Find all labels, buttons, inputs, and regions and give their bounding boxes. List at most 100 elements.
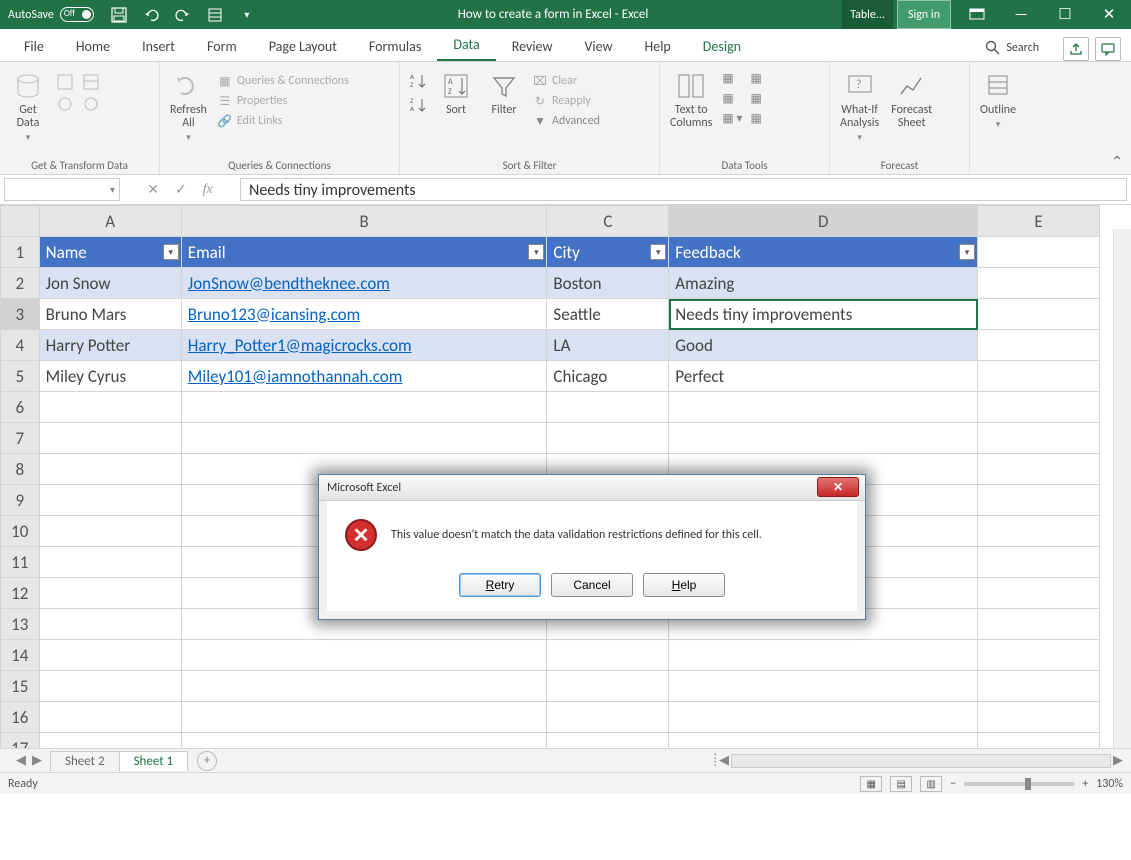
row-header[interactable]: 16 [1, 702, 40, 733]
filter-dropdown-icon[interactable]: ▾ [959, 244, 975, 260]
cell[interactable] [978, 671, 1100, 702]
from-web-icon[interactable] [54, 94, 76, 114]
row-header[interactable]: 1 [1, 237, 40, 268]
vertical-scrollbar[interactable] [1113, 229, 1131, 748]
formula-enter-icon[interactable]: ✓ [175, 181, 187, 198]
cell[interactable] [978, 578, 1100, 609]
tab-formulas[interactable]: Formulas [353, 32, 437, 61]
sign-in-button[interactable]: Sign in [897, 0, 951, 29]
row-header[interactable]: 6 [1, 392, 40, 423]
col-header-b[interactable]: B [181, 206, 547, 237]
col-header-c[interactable]: C [547, 206, 669, 237]
row-header[interactable]: 2 [1, 268, 40, 299]
share-icon[interactable] [1063, 37, 1089, 61]
cell[interactable] [978, 268, 1100, 299]
filter-dropdown-icon[interactable]: ▾ [528, 244, 544, 260]
recent-sources-icon[interactable] [80, 94, 102, 114]
cell[interactable]: Jon Snow [39, 268, 181, 299]
dialog-titlebar[interactable]: Microsoft Excel ✕ [319, 475, 865, 501]
cell[interactable] [978, 547, 1100, 578]
col-header-d[interactable]: D [669, 206, 978, 237]
cell[interactable] [39, 454, 181, 485]
dialog-close-icon[interactable]: ✕ [817, 477, 859, 497]
tab-file[interactable]: File [8, 32, 60, 61]
customize-qat-icon[interactable]: ▾ [236, 4, 258, 26]
zoom-in-icon[interactable]: + [1082, 777, 1088, 791]
table-header[interactable]: Name▾ [39, 237, 181, 268]
save-icon[interactable] [108, 4, 130, 26]
manage-data-model-icon[interactable]: ▦ [748, 110, 763, 127]
clear-button[interactable]: ⌧Clear [530, 72, 602, 90]
cell[interactable] [39, 516, 181, 547]
cell[interactable] [669, 640, 978, 671]
filter-button[interactable]: Filter [482, 68, 526, 119]
whatif-button[interactable]: ? What-If Analysis ▾ [836, 68, 883, 145]
row-header[interactable]: 11 [1, 547, 40, 578]
sheet-tab-active[interactable]: Sheet 1 [119, 751, 189, 771]
tab-page-layout[interactable]: Page Layout [253, 32, 353, 61]
normal-view-icon[interactable]: ▦ [860, 776, 882, 792]
zoom-slider[interactable] [964, 782, 1074, 786]
cell[interactable] [39, 640, 181, 671]
row-header[interactable]: 8 [1, 454, 40, 485]
cell[interactable] [181, 392, 547, 423]
minimize-icon[interactable]: — [999, 0, 1043, 29]
text-to-columns-button[interactable]: Text to Columns [666, 68, 716, 132]
cell[interactable] [669, 392, 978, 423]
cell[interactable]: Boston [547, 268, 669, 299]
redo-icon[interactable] [172, 4, 194, 26]
row-header[interactable]: 9 [1, 485, 40, 516]
relationships-icon[interactable]: ▦ [748, 90, 763, 107]
col-header-a[interactable]: A [39, 206, 181, 237]
cell[interactable] [39, 671, 181, 702]
zoom-out-icon[interactable]: − [950, 777, 956, 791]
ribbon-display-icon[interactable] [955, 0, 999, 29]
close-icon[interactable]: ✕ [1087, 0, 1131, 29]
from-text-icon[interactable] [54, 72, 76, 92]
cell[interactable] [978, 454, 1100, 485]
maximize-icon[interactable]: ☐ [1043, 0, 1087, 29]
cell[interactable]: JonSnow@bendtheknee.com [181, 268, 547, 299]
help-button[interactable]: Help [643, 573, 725, 597]
cell[interactable] [181, 702, 547, 733]
table-header[interactable]: City▾ [547, 237, 669, 268]
toggle-switch[interactable]: Off [60, 7, 94, 22]
cell[interactable] [547, 702, 669, 733]
cell[interactable] [39, 733, 181, 749]
from-table-icon[interactable] [80, 72, 102, 92]
formula-cancel-icon[interactable]: ✕ [147, 181, 159, 198]
sort-desc-icon[interactable]: ZA [406, 94, 430, 116]
row-header[interactable]: 13 [1, 609, 40, 640]
tab-data[interactable]: Data [437, 30, 495, 61]
cell[interactable] [978, 733, 1100, 749]
flash-fill-icon[interactable]: ▦ [720, 70, 744, 87]
cell[interactable] [669, 702, 978, 733]
consolidate-icon[interactable]: ▦ [748, 70, 763, 87]
cell[interactable] [978, 237, 1100, 268]
row-header[interactable]: 4 [1, 330, 40, 361]
page-layout-view-icon[interactable]: ▤ [890, 776, 912, 792]
remove-duplicates-icon[interactable]: ▦ [720, 90, 744, 107]
table-tools-tab[interactable]: Table... [842, 0, 893, 29]
tab-review[interactable]: Review [496, 32, 569, 61]
sheet-tab[interactable]: Sheet 2 [50, 751, 120, 771]
fx-icon[interactable]: fx [203, 182, 213, 198]
row-header[interactable]: 14 [1, 640, 40, 671]
cell[interactable] [39, 547, 181, 578]
tab-insert[interactable]: Insert [126, 32, 191, 61]
cell[interactable] [978, 299, 1100, 330]
cell[interactable] [39, 485, 181, 516]
edit-links-button[interactable]: 🔗Edit Links [215, 112, 351, 130]
cell[interactable] [669, 733, 978, 749]
sort-button[interactable]: AZ Sort [434, 68, 478, 119]
sheet-nav-next-icon[interactable]: ▶ [32, 753, 42, 768]
advanced-button[interactable]: ▼Advanced [530, 112, 602, 130]
get-data-button[interactable]: Get Data ▾ [6, 68, 50, 145]
cell[interactable]: Harry_Potter1@magicrocks.com [181, 330, 547, 361]
cell[interactable] [39, 392, 181, 423]
filter-dropdown-icon[interactable]: ▾ [650, 244, 666, 260]
row-header[interactable]: 12 [1, 578, 40, 609]
col-header-e[interactable]: E [978, 206, 1100, 237]
cell[interactable] [39, 578, 181, 609]
cell[interactable] [978, 361, 1100, 392]
